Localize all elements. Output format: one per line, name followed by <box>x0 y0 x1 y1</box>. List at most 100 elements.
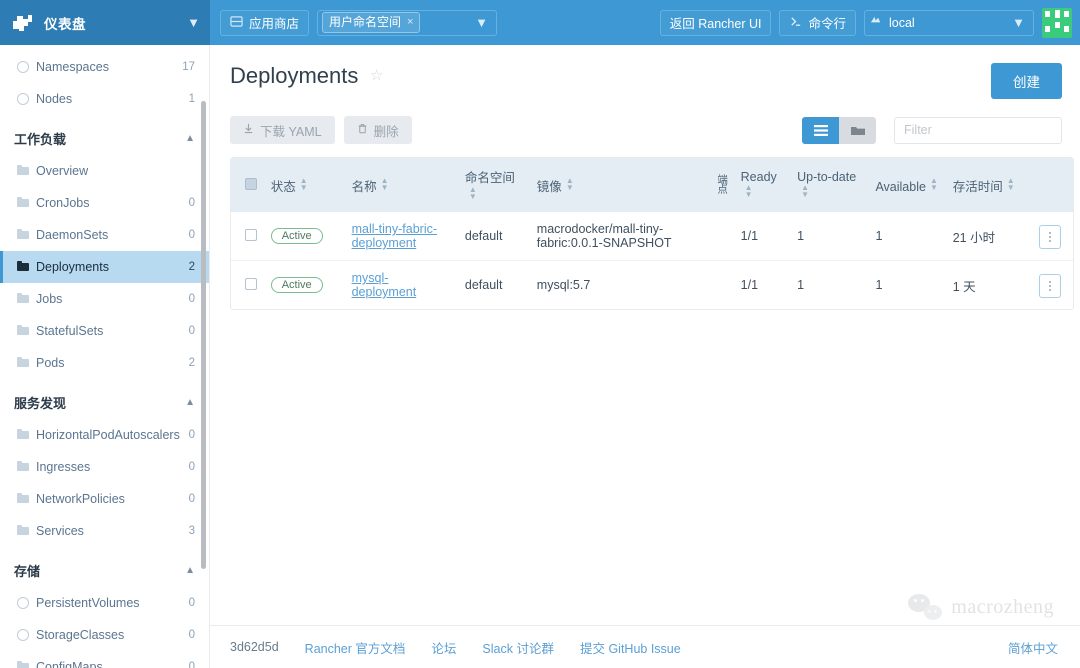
close-icon[interactable]: × <box>407 16 413 29</box>
ready-cell: 1/1 <box>740 229 759 243</box>
sidebar-item-networkpolicies[interactable]: NetworkPolicies 0 <box>0 483 209 515</box>
sidebar-group-label: 工作负载 <box>14 131 67 147</box>
namespace-selector[interactable]: 用户命名空间 × ▼ <box>317 9 498 36</box>
state-cell: Active <box>264 260 346 309</box>
row-checkbox[interactable] <box>245 228 257 241</box>
kubernetes-grid-icon[interactable] <box>1042 7 1072 38</box>
group-view-icon[interactable] <box>839 116 876 144</box>
chevron-down-icon[interactable]: ▼ <box>475 16 488 29</box>
th-up-to-date[interactable]: Up-to-date▲ ▼ <box>791 158 870 212</box>
download-icon <box>243 123 254 137</box>
delete-button[interactable]: 删除 <box>343 116 412 144</box>
folder-icon <box>17 325 29 337</box>
sidebar-item-count: 3 <box>188 525 195 537</box>
th-state[interactable]: 状态 ▲ ▼ <box>264 158 346 212</box>
sort-icon: ▲ ▼ <box>801 182 810 199</box>
row-checkbox[interactable] <box>245 277 257 290</box>
page-body: Namespaces 17 Nodes 1 工作负载 ▲ Overview CronJobs 0… <box>0 45 1080 668</box>
row-actions-menu-icon[interactable] <box>1038 225 1061 249</box>
sidebar-item-nodes[interactable]: Nodes 1 <box>0 83 209 115</box>
sidebar-item-horizontalpodautoscalers[interactable]: HorizontalPodAutoscalers 0 <box>0 419 209 451</box>
sidebar-item-label: CronJobs <box>36 196 90 210</box>
sidebar-item-persistentvolumes[interactable]: PersistentVolumes 0 <box>0 587 209 619</box>
page-title-wrap: Deployments ☆ <box>230 63 383 89</box>
th-name-label: 名称 <box>351 179 377 194</box>
th-ready[interactable]: Ready▲ ▼ <box>734 158 792 212</box>
table-row[interactable]: Active mall-tiny-fabric-deployment default… <box>231 212 1073 261</box>
available-cell: 1 <box>869 260 947 309</box>
chevron-up-icon[interactable]: ▲ <box>185 565 195 576</box>
image-cell: mysql:5.7 <box>530 260 710 309</box>
footer-link-github-issue[interactable]: 提交 GitHub Issue <box>580 638 681 657</box>
folder-icon <box>17 293 29 305</box>
filter-input[interactable] <box>894 116 1062 144</box>
endpoints-cell <box>709 212 734 261</box>
th-name[interactable]: 名称 ▲ ▼ <box>345 158 459 212</box>
table-header-row: 状态 ▲ ▼ 名称 ▲ ▼ 命名空间▲ ▼ 镜像 ▲ ▼ 端点 Ready▲ ▼… <box>231 158 1073 212</box>
cluster-selector[interactable]: local ▼ <box>864 9 1034 36</box>
sidebar-item-daemonsets[interactable]: DaemonSets 0 <box>0 219 209 251</box>
sidebar-item-services[interactable]: Services 3 <box>0 515 209 547</box>
sidebar-item-label: Jobs <box>36 292 63 306</box>
sidebar-item-jobs[interactable]: Jobs 0 <box>0 283 209 315</box>
delete-label: 删除 <box>373 124 399 139</box>
name-cell: mall-tiny-fabric-deployment <box>346 212 459 261</box>
th-image[interactable]: 镜像 ▲ ▼ <box>530 158 710 212</box>
sort-icon: ▲ ▼ <box>744 182 753 199</box>
sidebar-item-overview[interactable]: Overview <box>0 155 209 187</box>
sidebar-item-namespaces[interactable]: Namespaces 17 <box>0 51 209 83</box>
sidebar-item-deployments[interactable]: Deployments 2 <box>0 251 209 283</box>
table-toolbar: 下载 YAML 删除 <box>230 116 1062 144</box>
back-to-rancher-ui-button[interactable]: 返回 Rancher UI <box>659 9 772 36</box>
sidebar-group-10[interactable]: 服务发现 ▲ <box>0 385 209 419</box>
sidebar-group-15[interactable]: 存储 ▲ <box>0 553 209 587</box>
th-endpoints-label: 端点 <box>716 174 729 193</box>
chevron-up-icon[interactable]: ▲ <box>185 397 195 408</box>
th-state-label: 状态 <box>270 179 296 194</box>
language-selector[interactable]: 简体中文 <box>1008 638 1058 657</box>
folder-icon <box>17 197 29 209</box>
sidebar-item-pods[interactable]: Pods 2 <box>0 347 209 379</box>
sidebar-group-label: 存储 <box>14 563 41 579</box>
namespace-chip[interactable]: 用户命名空间 × <box>322 12 421 33</box>
footer-link-forum[interactable]: 论坛 <box>431 638 456 657</box>
sidebar-item-statefulsets[interactable]: StatefulSets 0 <box>0 315 209 347</box>
sidebar-item-label: Nodes <box>36 92 73 106</box>
download-yaml-button[interactable]: 下载 YAML <box>230 116 335 144</box>
row-select-cell <box>231 212 265 261</box>
folder-icon <box>17 357 29 369</box>
star-outline-icon[interactable]: ☆ <box>370 67 383 84</box>
header-brand-area[interactable]: 仪表盘 ▼ <box>0 0 210 45</box>
deployment-name-link[interactable]: mall-tiny-fabric-deployment <box>352 222 437 250</box>
sidebar-item-cronjobs[interactable]: CronJobs 0 <box>0 187 209 219</box>
deployments-table-card: 状态 ▲ ▼ 名称 ▲ ▼ 命名空间▲ ▼ 镜像 ▲ ▼ 端点 Ready▲ ▼… <box>230 157 1074 310</box>
chevron-down-icon[interactable]: ▼ <box>187 16 200 29</box>
sidebar-item-configmaps[interactable]: ConfigMaps 0 <box>0 651 209 668</box>
sidebar-item-count: 0 <box>188 229 195 241</box>
list-view-icon[interactable] <box>802 116 839 144</box>
sidebar-item-label: ConfigMaps <box>36 660 103 668</box>
sidebar-scrollbar[interactable] <box>201 101 206 569</box>
chevron-down-icon[interactable]: ▼ <box>1012 16 1025 29</box>
sidebar-item-storageclasses[interactable]: StorageClasses 0 <box>0 619 209 651</box>
row-actions-menu-icon[interactable] <box>1038 274 1061 298</box>
shell-button[interactable]: 命令行 <box>779 9 856 36</box>
row-actions-cell <box>1033 212 1073 261</box>
folder-icon <box>17 461 29 473</box>
th-namespace[interactable]: 命名空间▲ ▼ <box>458 158 531 212</box>
footer-link-docs[interactable]: Rancher 官方文档 <box>305 638 406 657</box>
footer-link-slack[interactable]: Slack 讨论群 <box>482 638 554 657</box>
chevron-up-icon[interactable]: ▲ <box>185 133 195 144</box>
create-button[interactable]: 创建 <box>991 63 1062 99</box>
apps-store-button[interactable]: 应用商店 <box>220 9 310 36</box>
sidebar-item-ingresses[interactable]: Ingresses 0 <box>0 451 209 483</box>
th-age[interactable]: 存活时间 ▲ ▼ <box>946 158 1033 212</box>
th-available[interactable]: Available ▲ ▼ <box>869 158 947 212</box>
table-row[interactable]: Active mysql-deployment default mysql:5.7 1/… <box>231 260 1073 309</box>
deployment-name-link[interactable]: mysql-deployment <box>352 271 417 299</box>
sidebar-group-2[interactable]: 工作负载 ▲ <box>0 121 209 155</box>
sidebar-item-label: Namespaces <box>36 60 109 74</box>
select-all-checkbox[interactable] <box>245 177 257 190</box>
circle-icon <box>17 61 29 73</box>
folder-icon <box>17 661 29 668</box>
